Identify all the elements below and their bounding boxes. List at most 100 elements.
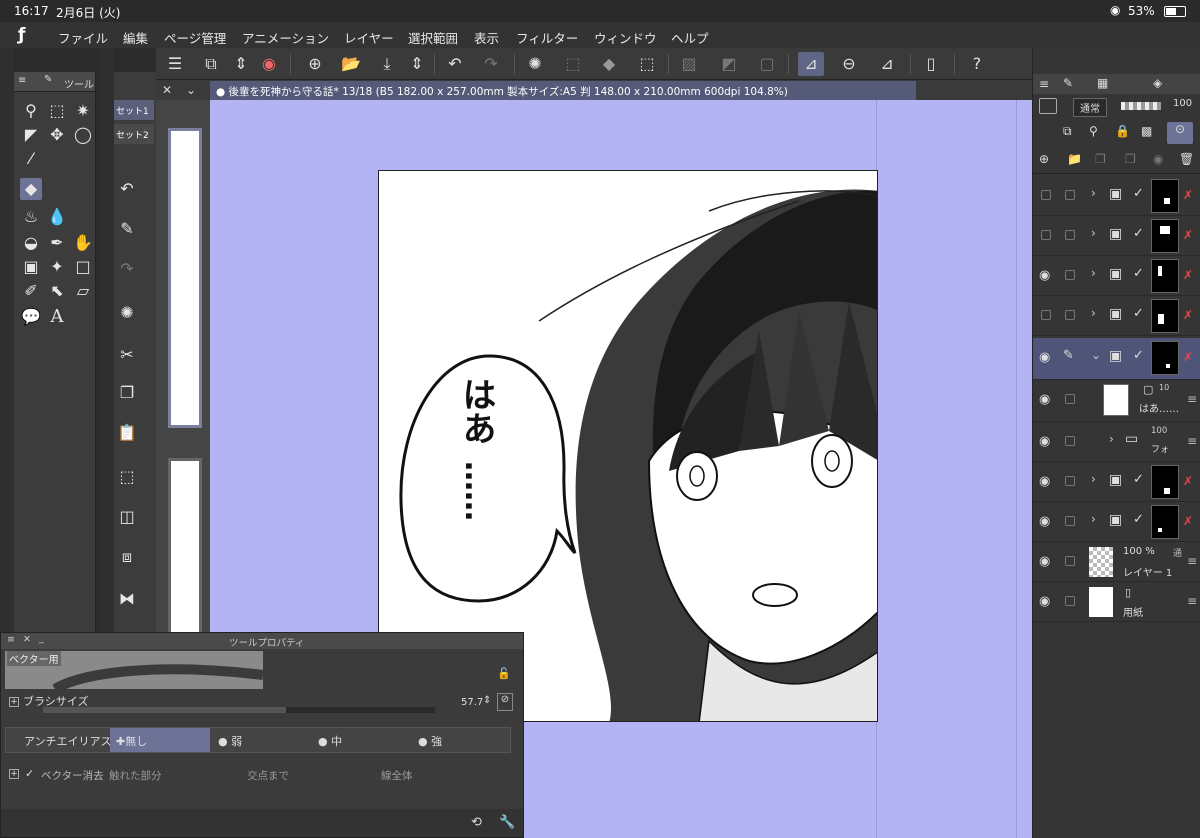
- menu-layer[interactable]: レイヤー: [344, 28, 394, 47]
- eye-icon[interactable]: ◉: [1039, 434, 1055, 449]
- lock-icon[interactable]: 🔓: [497, 667, 511, 680]
- new-raster-layer-icon[interactable]: ⊕: [1039, 152, 1049, 166]
- visibility-checkbox[interactable]: [1041, 310, 1051, 320]
- check-icon[interactable]: ✓: [25, 767, 34, 780]
- mask-add-icon[interactable]: ◉: [1153, 152, 1163, 166]
- eye-icon[interactable]: ◉: [1039, 350, 1055, 365]
- loading-icon[interactable]: ✺: [116, 302, 138, 324]
- expand-icon[interactable]: ›: [1109, 432, 1114, 446]
- operation-icon[interactable]: ◤: [20, 124, 42, 146]
- menu-filter[interactable]: フィルター: [516, 28, 578, 47]
- paper-layer-row[interactable]: ◉ ▯ 用紙 ≡: [1033, 582, 1200, 622]
- edit-checkbox[interactable]: [1065, 516, 1075, 526]
- eye-icon[interactable]: ◉: [1039, 594, 1055, 609]
- blend-mode-select[interactable]: 通常: [1073, 98, 1107, 117]
- eye-icon[interactable]: ◉: [1039, 392, 1055, 407]
- expand-selection-icon[interactable]: ▢: [754, 52, 780, 76]
- drag-handle-icon[interactable]: ≡: [1187, 554, 1197, 568]
- set1-tab[interactable]: セット1: [114, 100, 154, 120]
- opacity-value[interactable]: 100: [1173, 98, 1192, 109]
- expand-icon[interactable]: ›: [1091, 266, 1096, 280]
- star-icon[interactable]: ✦: [46, 256, 68, 278]
- frame-icon[interactable]: □: [72, 256, 94, 278]
- erase-intersection-option[interactable]: 交点まで: [247, 768, 289, 783]
- ink-icon[interactable]: ♨: [20, 206, 42, 228]
- expand-icon[interactable]: ›: [1091, 306, 1096, 320]
- edit-checkbox[interactable]: [1065, 436, 1075, 446]
- shortcut-icon[interactable]: ◉: [256, 52, 282, 76]
- edit-checkbox[interactable]: [1065, 310, 1075, 320]
- document-tab[interactable]: ● 後輩を死神から守る話* 13/18 (B5 182.00 x 257.00m…: [210, 81, 916, 100]
- visibility-checkbox[interactable]: [1041, 190, 1051, 200]
- brush-size-slider[interactable]: [43, 707, 435, 713]
- snap-ruler-icon[interactable]: ⊿: [798, 52, 824, 76]
- pressure-icon[interactable]: ⊘: [497, 693, 513, 711]
- brush-tab-icon[interactable]: ✎: [1063, 76, 1073, 90]
- expand-plus-icon[interactable]: +: [9, 697, 19, 707]
- lasso-icon[interactable]: ◯: [72, 124, 94, 146]
- edit-checkbox[interactable]: [1065, 190, 1075, 200]
- drag-handle-icon[interactable]: ≡: [1187, 594, 1197, 608]
- chevron-updown-icon[interactable]: ⇕: [228, 52, 254, 76]
- expand-icon[interactable]: ›: [1091, 472, 1096, 486]
- menu-animation[interactable]: アニメーション: [242, 28, 329, 47]
- eyedropper-icon[interactable]: ⁄: [20, 148, 42, 170]
- sparkle-icon[interactable]: ✷: [72, 100, 94, 122]
- layer-row[interactable]: › ▣ ✓ ✗: [1033, 176, 1200, 216]
- paste-icon[interactable]: 📋: [116, 422, 138, 444]
- edit-checkbox[interactable]: [1065, 476, 1075, 486]
- save-icon[interactable]: ⤓: [374, 52, 400, 76]
- chevron-down-icon[interactable]: ⌄: [186, 83, 196, 97]
- fill-icon[interactable]: ◒: [20, 232, 42, 254]
- ruler-icon[interactable]: ⬉: [46, 280, 68, 302]
- object-select-icon[interactable]: ⬚: [46, 100, 68, 122]
- menu-icon[interactable]: ☰: [162, 52, 188, 76]
- move-icon[interactable]: ✥: [46, 124, 68, 146]
- layer-move-icon[interactable]: ▱: [72, 280, 94, 302]
- smartphone-icon[interactable]: ▯: [918, 52, 944, 76]
- lock-icon[interactable]: 🔒: [1115, 124, 1130, 138]
- snap-grid-icon[interactable]: ⊿: [874, 52, 900, 76]
- pen-icon[interactable]: ✒: [46, 232, 68, 254]
- lock-alpha-icon[interactable]: ▩: [1141, 124, 1152, 138]
- undo-side-icon[interactable]: ↶: [116, 178, 138, 200]
- eye-icon[interactable]: ◉: [1039, 514, 1055, 529]
- menu-help[interactable]: ヘルプ: [671, 28, 709, 47]
- opacity-slider[interactable]: [1121, 102, 1161, 110]
- redo-side-icon[interactable]: ↷: [116, 258, 138, 280]
- fill-selection-icon[interactable]: ◆: [596, 52, 622, 76]
- copy-icon[interactable]: ❐: [116, 382, 138, 404]
- edit-checkbox[interactable]: [1065, 556, 1075, 566]
- brush-size-value[interactable]: 57.7: [461, 697, 483, 708]
- page-thumbnail[interactable]: [168, 128, 202, 428]
- minimize-icon[interactable]: _: [39, 633, 44, 644]
- pen-nib-icon[interactable]: ✐: [20, 280, 42, 302]
- layer-row[interactable]: ◉ › ▣ ✓ ✗: [1033, 256, 1200, 296]
- layer-row[interactable]: ◉ › ▣ ✓ ✗: [1033, 462, 1200, 502]
- new-canvas-icon[interactable]: ⧉: [198, 52, 224, 76]
- collapse-icon[interactable]: ⌄: [1091, 348, 1101, 362]
- drag-handle-icon[interactable]: ≡: [1187, 392, 1197, 406]
- menu-page[interactable]: ページ管理: [164, 28, 226, 47]
- undo-icon[interactable]: ↶: [442, 52, 468, 76]
- crop-icon[interactable]: ⬚: [634, 52, 660, 76]
- deselect-icon[interactable]: ⬚: [560, 52, 586, 76]
- trash-icon[interactable]: 🗑: [1179, 152, 1194, 166]
- question-icon[interactable]: ?: [964, 52, 990, 76]
- loading-spinner-icon[interactable]: ✺: [522, 52, 548, 76]
- app-logo-icon[interactable]: ƒ: [18, 25, 40, 45]
- reset-icon[interactable]: ⟲: [471, 815, 482, 830]
- erase-touched-option[interactable]: 触れた部分: [109, 768, 162, 783]
- zoom-icon[interactable]: ⚲: [20, 100, 42, 122]
- transform-icon[interactable]: ⬚: [116, 466, 138, 488]
- pencil-tab-icon[interactable]: ✎: [44, 74, 52, 85]
- expand-plus-icon[interactable]: +: [9, 769, 19, 779]
- layer-row[interactable]: › ▣ ✓ ✗: [1033, 296, 1200, 336]
- erase-whole-option[interactable]: 線全体: [381, 768, 413, 783]
- hide-selection-icon[interactable]: ▨: [676, 52, 702, 76]
- expand-icon[interactable]: ›: [1091, 186, 1096, 200]
- expand-icon[interactable]: ›: [1091, 512, 1096, 526]
- antialias-none[interactable]: ✚無し: [110, 728, 210, 752]
- palette-menu-icon[interactable]: ≡: [18, 75, 26, 86]
- menu-selection[interactable]: 選択範囲: [408, 28, 458, 47]
